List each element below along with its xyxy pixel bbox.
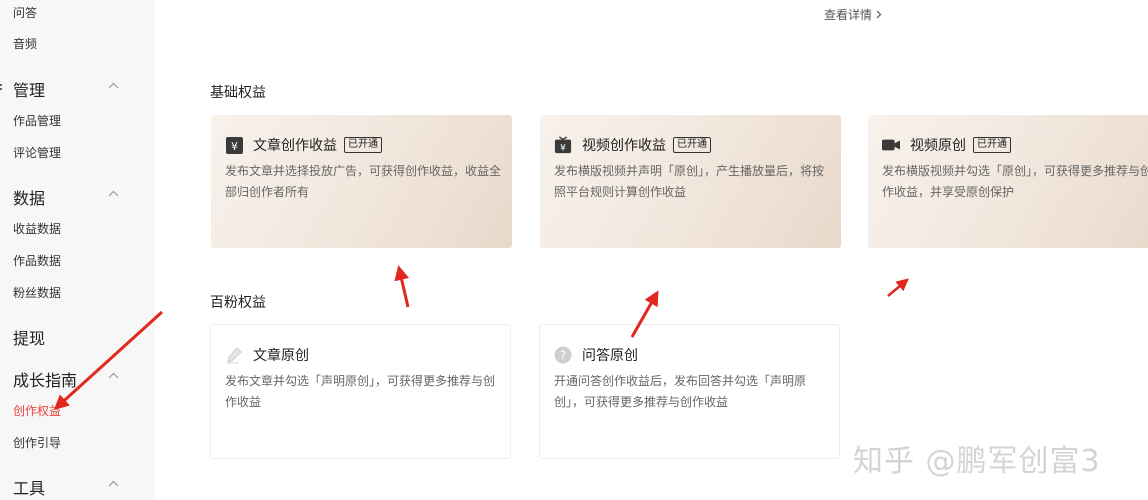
view-details-label: 查看详情 — [824, 8, 873, 22]
status-badge: 已开通 — [673, 137, 711, 153]
pen-icon — [225, 346, 243, 364]
svg-text:¥: ¥ — [560, 143, 566, 153]
yen-icon: ¥ — [225, 136, 243, 154]
sidebar: 问答 音频 管理 作品管理 评论管理 数据 收益数据 作品数据 粉丝数据 提现 … — [0, 0, 155, 500]
sidebar-group-tools[interactable]: 工具 — [13, 475, 45, 499]
card-title: 文章原创 — [253, 348, 309, 364]
status-badge: 已开通 — [973, 137, 1011, 153]
status-badge: 已开通 — [344, 137, 382, 153]
card-title: 视频创作收益 — [582, 138, 666, 154]
card-article-income[interactable]: ¥ 文章创作收益 已开通 发布文章并选择投放广告，可获得创作收益，收益全部归创作… — [211, 115, 512, 248]
section-title-basic-rights: 基础权益 — [210, 85, 266, 101]
sidebar-item-creator-guide[interactable]: 创作引导 — [13, 434, 61, 451]
card-description: 发布横版视频并勾选「原创」，可获得更多推荐与创作收益，并享受原创保护 — [882, 164, 1148, 199]
svg-text:¥: ¥ — [231, 140, 238, 153]
tv-yen-icon: ¥ — [554, 136, 572, 154]
card-video-original[interactable]: 视频原创 已开通 发布横版视频并勾选「原创」，可获得更多推荐与创作收益，并享受原… — [868, 115, 1148, 248]
sidebar-item-audio[interactable]: 音频 — [13, 35, 37, 52]
sidebar-item-fans-data[interactable]: 粉丝数据 — [13, 284, 61, 301]
card-description: 发布文章并选择投放广告，可获得创作收益，收益全部归创作者所有 — [225, 164, 502, 199]
chevron-up-icon[interactable] — [108, 480, 119, 489]
group-marker — [0, 88, 2, 90]
card-description: 发布文章并勾选「声明原创」，可获得更多推荐与创作收益 — [225, 374, 496, 409]
sidebar-item-qa[interactable]: 问答 — [13, 4, 37, 21]
sidebar-item-works-manage[interactable]: 作品管理 — [13, 112, 61, 129]
video-camera-icon — [882, 136, 900, 154]
watermark: 知乎 @鹏军创富3 — [853, 444, 1101, 479]
card-qa-original[interactable]: ? 问答原创 开通问答创作收益后，发布回答并勾选「声明原创」，可获得更多推荐与创… — [539, 324, 840, 459]
card-title: 文章创作收益 — [253, 138, 337, 154]
sidebar-group-data[interactable]: 数据 — [13, 185, 45, 209]
chevron-right-icon — [876, 8, 882, 22]
sidebar-item-comments-manage[interactable]: 评论管理 — [13, 144, 61, 161]
group-marker — [0, 84, 2, 86]
view-details-link[interactable]: 查看详情 — [824, 6, 882, 23]
card-title: 视频原创 — [910, 138, 966, 154]
sidebar-group-withdraw[interactable]: 提现 — [13, 325, 45, 349]
sidebar-item-income-data[interactable]: 收益数据 — [13, 220, 61, 237]
chevron-up-icon[interactable] — [108, 372, 119, 381]
main-content: 查看详情 基础权益 ¥ 文章创作收益 已开通 发布文章并选择投放广告，可获得创作… — [155, 0, 1148, 500]
sidebar-group-growth-guide[interactable]: 成长指南 — [13, 367, 77, 391]
sidebar-item-works-data[interactable]: 作品数据 — [13, 252, 61, 269]
chevron-up-icon[interactable] — [108, 82, 119, 91]
sidebar-group-manage[interactable]: 管理 — [13, 77, 45, 101]
card-article-original[interactable]: 文章原创 发布文章并勾选「声明原创」，可获得更多推荐与创作收益 — [210, 324, 511, 459]
chevron-up-icon[interactable] — [108, 190, 119, 199]
card-video-income[interactable]: ¥ 视频创作收益 已开通 发布横版视频并声明「原创」，产生播放量后，将按照平台规… — [540, 115, 841, 248]
card-description: 发布横版视频并声明「原创」，产生播放量后，将按照平台规则计算创作收益 — [554, 164, 825, 199]
section-title-hundred-fans-rights: 百粉权益 — [210, 295, 266, 311]
svg-text:?: ? — [560, 349, 566, 363]
question-icon: ? — [554, 346, 572, 364]
card-title: 问答原创 — [582, 348, 638, 364]
sidebar-item-creator-rights[interactable]: 创作权益 — [13, 402, 61, 419]
card-description: 开通问答创作收益后，发布回答并勾选「声明原创」，可获得更多推荐与创作收益 — [554, 374, 807, 409]
